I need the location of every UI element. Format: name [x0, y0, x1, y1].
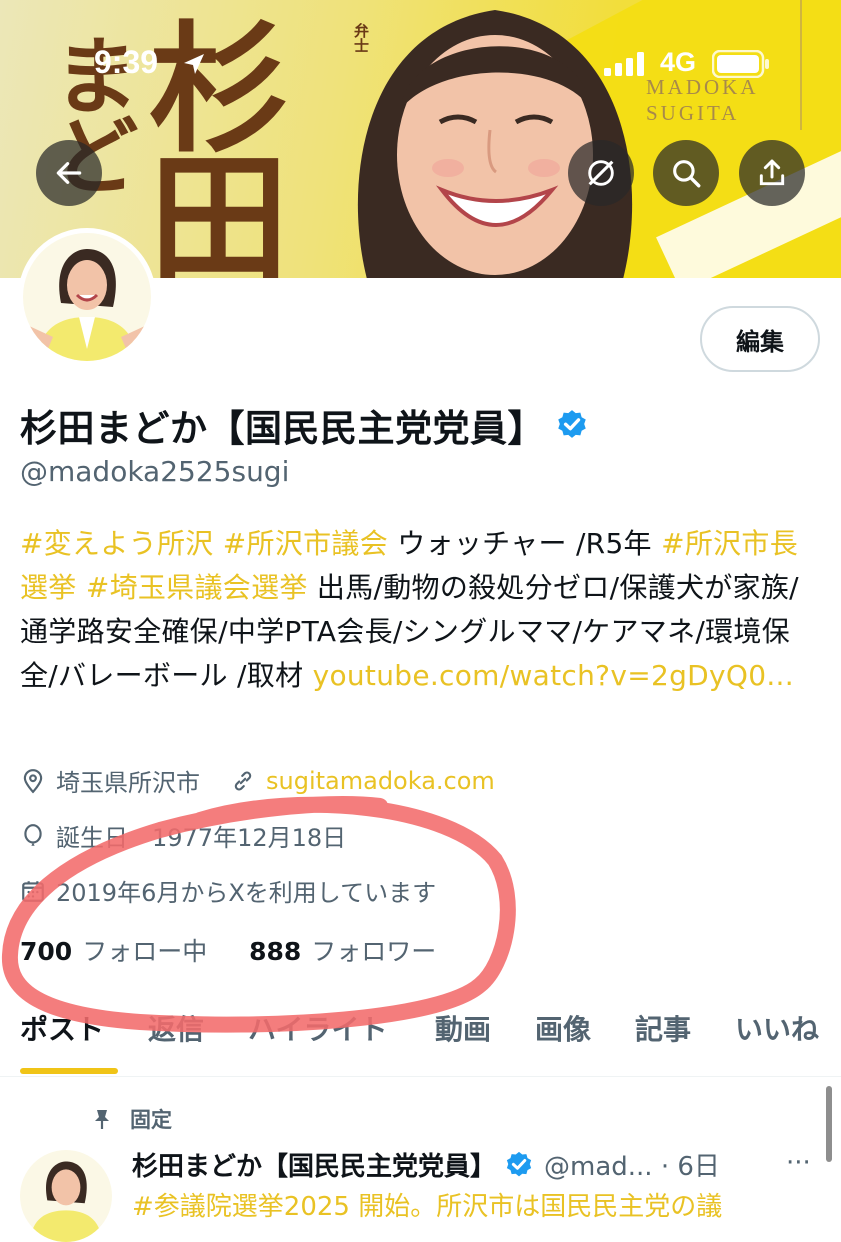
search-icon	[673, 160, 701, 188]
pinned-label: 固定	[130, 1108, 172, 1132]
profile-bio: #変えよう所沢 #所沢市議会 ウォッチャー /R5年 #所沢市長選挙 #埼玉県議…	[20, 522, 820, 698]
following-label: フォロー中	[82, 937, 208, 966]
profile-avatar[interactable]	[18, 228, 156, 366]
following-link[interactable]: 700 フォロー中	[20, 937, 207, 966]
battery-icon	[712, 50, 769, 78]
active-tab-indicator	[20, 1068, 118, 1074]
followers-count: 888	[249, 937, 302, 966]
avatar-photo	[23, 233, 151, 361]
profile-handle: @madoka2525sugi	[20, 455, 290, 488]
grok-button[interactable]	[568, 140, 634, 206]
tab-videos[interactable]: 動画	[435, 1008, 491, 1076]
post-text: #参議院選挙2025 開始。所沢市は国民民主党の議	[132, 1186, 722, 1223]
followers-link[interactable]: 888 フォロワー	[249, 937, 436, 966]
profile-birthday: 誕生日 1977年12月18日	[56, 824, 347, 852]
tab-articles[interactable]: 記事	[635, 1008, 691, 1076]
profile-display-name: 杉田まどか【国民民主党党員】	[20, 407, 545, 450]
share-icon	[759, 159, 785, 186]
banner-latin-line2: SUGITA	[646, 101, 740, 125]
search-button[interactable]	[653, 140, 719, 206]
follow-stats: 700 フォロー中 888 フォロワー	[20, 932, 436, 968]
tab-likes[interactable]: いいね	[735, 1008, 819, 1076]
back-arrow-icon	[56, 162, 82, 184]
banner-portrait	[357, 10, 633, 278]
bio-youtube-link[interactable]: youtube.com/watch?v=2gDyQ0...	[313, 659, 794, 692]
post-author-name[interactable]: 杉田まどか【国民民主党党員】	[132, 1146, 496, 1183]
cellular-signal-icon	[604, 52, 644, 76]
tab-highlights[interactable]: ハイライト	[248, 1008, 387, 1076]
tab-images[interactable]: 画像	[535, 1008, 591, 1076]
hashtag-link[interactable]: #所沢市議会	[223, 527, 388, 560]
profile-joined-date: 2019年6月からXを利用しています	[56, 879, 437, 907]
status-bar: 9:39 4G	[0, 44, 841, 84]
pin-icon	[95, 1110, 109, 1129]
profile-location: 埼玉県所沢市	[56, 769, 200, 797]
profile-birthday-row: 誕生日 1977年12月18日	[20, 818, 346, 853]
share-button[interactable]	[739, 140, 805, 206]
post-header: 杉田まどか【国民民主党党員】 @mad... · 6日	[132, 1146, 720, 1183]
pinned-indicator: 固定	[90, 1104, 172, 1134]
back-button[interactable]	[36, 140, 102, 206]
post-handle-time: @mad... · 6日	[544, 1152, 720, 1182]
tab-posts[interactable]: ポスト	[20, 1008, 104, 1076]
network-type: 4G	[660, 47, 697, 77]
link-icon	[234, 771, 252, 790]
calendar-icon	[22, 880, 44, 902]
profile-banner[interactable]: まど 杉田 弁士 MADOKA SUGITA	[0, 0, 841, 278]
hashtag-link[interactable]: #埼玉県議会選挙	[86, 571, 308, 604]
bio-text: ウォッチャー /R5年	[388, 527, 662, 560]
profile-tabs: ポスト 返信 ハイライト 動画 画像 記事 いいね	[0, 1008, 841, 1077]
edit-profile-button[interactable]: 編集	[700, 306, 820, 372]
profile-location-row: 埼玉県所沢市 sugitamadoka.com	[20, 763, 495, 798]
verified-badge-icon[interactable]	[555, 408, 589, 442]
location-pin-icon	[23, 768, 43, 793]
verified-badge-icon	[506, 1151, 532, 1176]
hashtag-link[interactable]: #変えよう所沢	[20, 527, 214, 560]
location-services-icon	[184, 54, 204, 74]
following-count: 700	[20, 937, 73, 966]
post-more-options[interactable]: ···	[786, 1148, 811, 1178]
post-text-body: #参議院選挙2025 開始。所沢市は国民民主党の議	[132, 1192, 723, 1222]
profile-name-row: 杉田まどか【国民民主党党員】	[20, 398, 589, 452]
profile-website-link[interactable]: sugitamadoka.com	[266, 767, 495, 795]
scrollbar[interactable]	[826, 1086, 832, 1162]
grok-icon	[588, 160, 614, 186]
post-author-avatar[interactable]	[20, 1150, 112, 1242]
status-time: 9:39	[94, 44, 159, 80]
balloon-icon	[24, 823, 42, 846]
followers-label: フォロワー	[311, 937, 437, 966]
post-avatar-photo	[20, 1150, 112, 1242]
profile-joined-row: 2019年6月からXを利用しています	[20, 873, 436, 908]
tab-replies[interactable]: 返信	[148, 1008, 204, 1076]
